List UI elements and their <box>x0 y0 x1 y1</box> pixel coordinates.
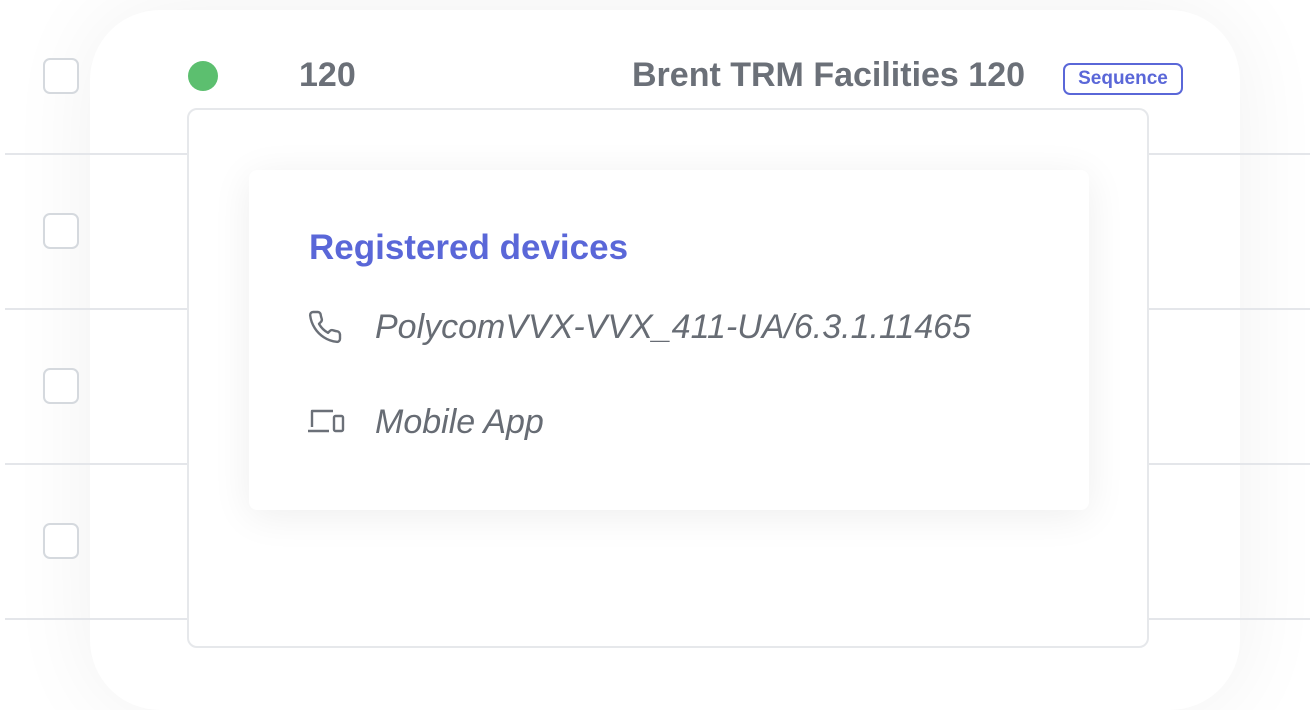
popover-title: Registered devices <box>309 228 629 267</box>
status-online-indicator <box>188 61 218 91</box>
device-item-polycom: PolycomVVX-VVX_411-UA/6.3.1.11465 <box>307 307 971 347</box>
phone-icon <box>307 307 347 347</box>
row-checkbox[interactable] <box>43 58 79 94</box>
row-checkbox[interactable] <box>43 523 79 559</box>
registered-devices-card: Registered devices PolycomVVX-VVX_411-UA… <box>249 170 1089 510</box>
device-label: Mobile App <box>375 402 544 441</box>
extension-name: Brent TRM Facilities 120 <box>632 56 1026 94</box>
extension-number: 120 <box>299 56 356 94</box>
device-item-mobile-app: Mobile App <box>307 402 544 442</box>
sequence-badge: Sequence <box>1063 63 1183 95</box>
devices-icon <box>307 402 347 442</box>
row-checkbox[interactable] <box>43 368 79 404</box>
row-checkbox[interactable] <box>43 213 79 249</box>
registered-devices-popover: Registered devices PolycomVVX-VVX_411-UA… <box>187 108 1149 648</box>
device-label: PolycomVVX-VVX_411-UA/6.3.1.11465 <box>375 307 971 346</box>
